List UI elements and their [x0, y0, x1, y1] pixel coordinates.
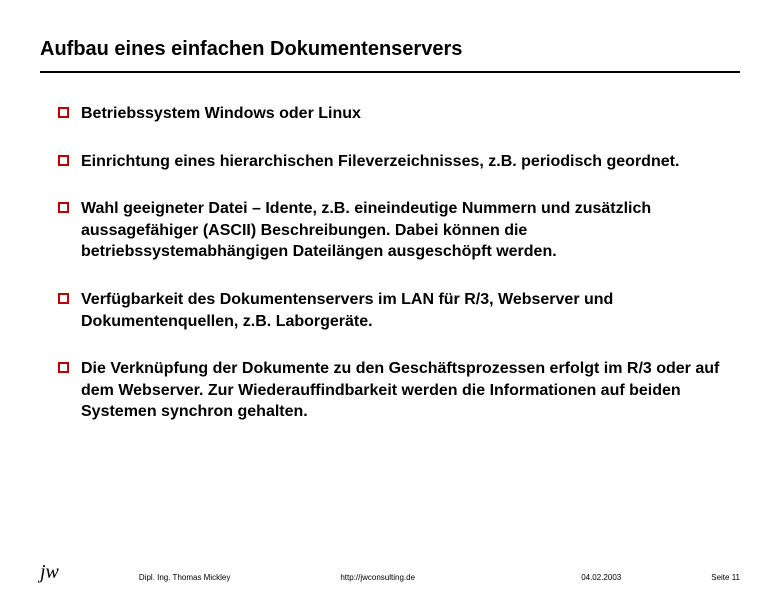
- list-item: Die Verknüpfung der Dokumente zu den Ges…: [58, 358, 736, 423]
- title-divider: [40, 71, 740, 73]
- square-bullet-icon: [58, 202, 69, 213]
- logo: jw: [40, 562, 59, 582]
- footer-author: Dipl. Ing. Thomas Mickley: [139, 573, 230, 582]
- square-bullet-icon: [58, 107, 69, 118]
- slide-title: Aufbau eines einfachen Dokumentenservers: [40, 38, 740, 61]
- bullet-text: Verfügbarkeit des Dokumentenservers im L…: [81, 289, 736, 332]
- content-area: Betriebssystem Windows oder Linux Einric…: [40, 103, 740, 580]
- bullet-text: Einrichtung eines hierarchischen Filever…: [81, 151, 679, 173]
- bullet-text: Die Verknüpfung der Dokumente zu den Ges…: [81, 358, 736, 423]
- list-item: Einrichtung eines hierarchischen Filever…: [58, 151, 736, 173]
- footer-page: Seite 11: [711, 573, 740, 582]
- list-item: Verfügbarkeit des Dokumentenservers im L…: [58, 289, 736, 332]
- footer: jw Dipl. Ing. Thomas Mickley http://jwco…: [0, 562, 780, 582]
- square-bullet-icon: [58, 293, 69, 304]
- slide: Aufbau eines einfachen Dokumentenservers…: [0, 0, 780, 600]
- square-bullet-icon: [58, 155, 69, 166]
- list-item: Betriebssystem Windows oder Linux: [58, 103, 736, 125]
- bullet-text: Betriebssystem Windows oder Linux: [81, 103, 361, 125]
- list-item: Wahl geeigneter Datei – Idente, z.B. ein…: [58, 198, 736, 263]
- square-bullet-icon: [58, 362, 69, 373]
- bullet-text: Wahl geeigneter Datei – Idente, z.B. ein…: [81, 198, 736, 263]
- footer-date: 04.02.2003: [581, 573, 711, 582]
- footer-url: http://jwconsulting.de: [230, 573, 581, 582]
